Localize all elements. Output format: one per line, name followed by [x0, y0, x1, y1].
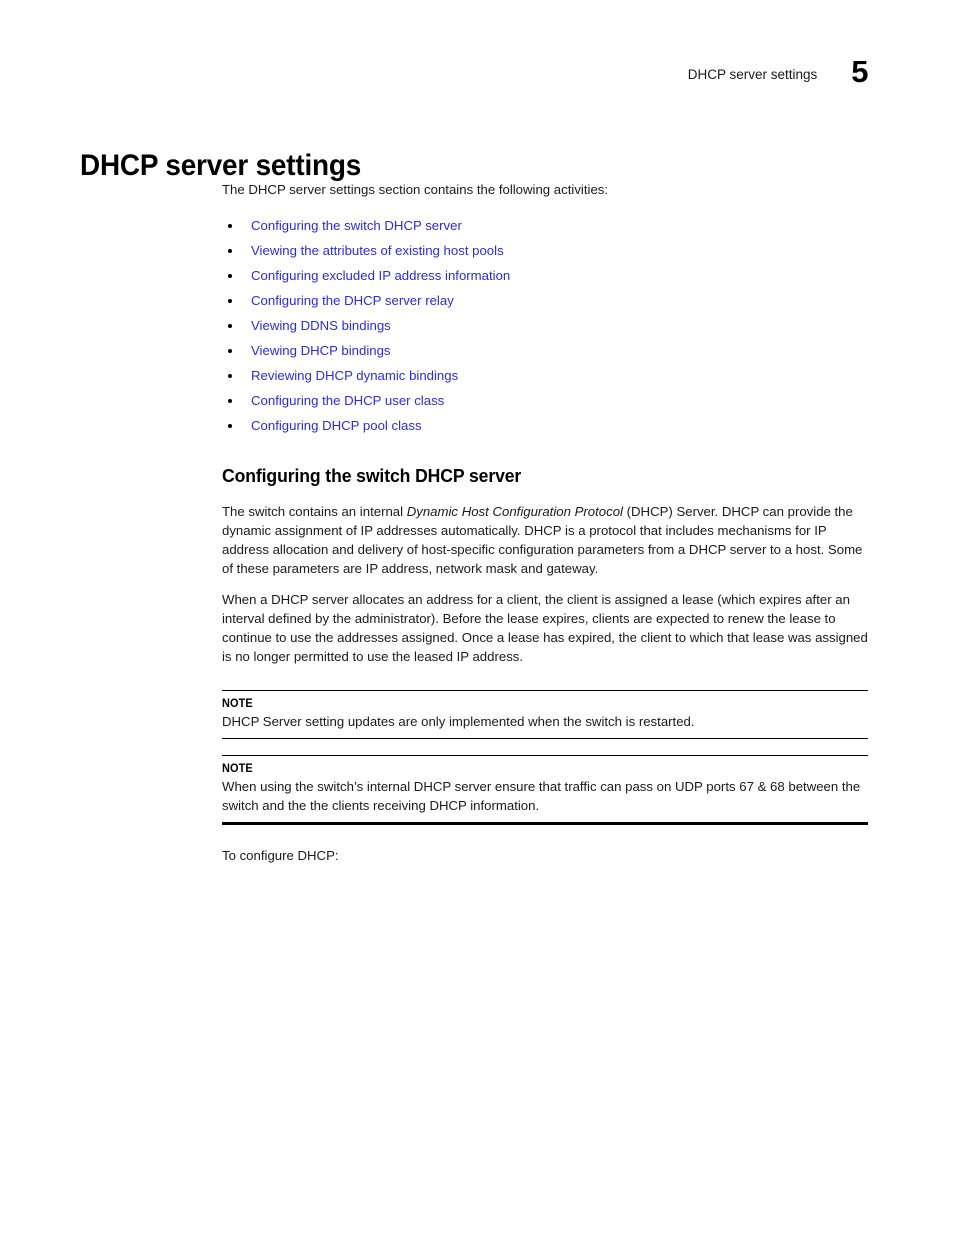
- bullet-icon: [228, 273, 232, 278]
- note-rule-bottom: [222, 738, 868, 739]
- link-configuring-the-dhcp-server-relay[interactable]: Configuring the DHCP server relay: [251, 293, 454, 308]
- note-content: NOTE When using the switch’s internal DH…: [222, 756, 868, 822]
- bullet-icon: [228, 373, 232, 378]
- note-block-restart: NOTE DHCP Server setting updates are onl…: [222, 690, 868, 739]
- note-label: NOTE: [222, 698, 253, 710]
- note-rule-bottom: [222, 822, 868, 825]
- list-item[interactable]: Viewing DDNS bindings: [222, 313, 868, 338]
- italic-term-dynamic-host-configuration-protocol: Dynamic Host Configuration Protocol: [406, 504, 623, 519]
- list-item[interactable]: Reviewing DHCP dynamic bindings: [222, 363, 868, 388]
- link-reviewing-dhcp-dynamic-bindings[interactable]: Reviewing DHCP dynamic bindings: [251, 368, 458, 383]
- list-item[interactable]: Configuring DHCP pool class: [222, 413, 868, 438]
- list-item[interactable]: Configuring the DHCP server relay: [222, 288, 868, 313]
- bullet-icon: [228, 298, 232, 303]
- note-content: NOTE DHCP Server setting updates are onl…: [222, 691, 868, 738]
- section-paragraph-2: When a DHCP server allocates an address …: [222, 592, 868, 664]
- link-configuring-the-switch-dhcp-server[interactable]: Configuring the switch DHCP server: [251, 218, 462, 233]
- list-item[interactable]: Configuring excluded IP address informat…: [222, 263, 868, 288]
- chapter-number: 5: [851, 54, 868, 89]
- note-text: DHCP Server setting updates are only imp…: [222, 714, 695, 729]
- list-item[interactable]: Viewing the attributes of existing host …: [222, 238, 868, 263]
- list-item[interactable]: Configuring the switch DHCP server: [222, 213, 868, 238]
- section-heading: Configuring the switch DHCP server: [222, 465, 522, 486]
- note-label: NOTE: [222, 763, 253, 775]
- bullet-icon: [228, 423, 232, 428]
- link-viewing-dhcp-bindings[interactable]: Viewing DHCP bindings: [251, 343, 391, 358]
- link-configuring-excluded-ip-address-information[interactable]: Configuring excluded IP address informat…: [251, 268, 510, 283]
- paragraph-1-text-before-italic: The switch contains an internal: [222, 504, 407, 519]
- page-running-header: DHCP server settings 5: [86, 54, 869, 96]
- intro-paragraph: The DHCP server settings section contain…: [222, 182, 609, 197]
- bullet-icon: [228, 323, 232, 328]
- closing-paragraph: To configure DHCP:: [222, 848, 339, 863]
- list-item[interactable]: Viewing DHCP bindings: [222, 338, 868, 363]
- activities-link-list: Configuring the switch DHCP server Viewi…: [222, 213, 868, 438]
- note-text: When using the switch’s internal DHCP se…: [222, 779, 861, 813]
- link-configuring-the-dhcp-user-class[interactable]: Configuring the DHCP user class: [251, 393, 444, 408]
- page-title: DHCP server settings: [80, 149, 362, 183]
- link-viewing-the-attributes-of-existing-host-pools[interactable]: Viewing the attributes of existing host …: [251, 243, 504, 258]
- bullet-icon: [228, 348, 232, 353]
- section-paragraph-1: The switch contains an internal Dynamic …: [222, 502, 868, 578]
- link-configuring-dhcp-pool-class[interactable]: Configuring DHCP pool class: [251, 418, 422, 433]
- list-item[interactable]: Configuring the DHCP user class: [222, 388, 868, 413]
- note-block-udp-ports: NOTE When using the switch’s internal DH…: [222, 755, 868, 825]
- bullet-icon: [228, 223, 232, 228]
- header-title: DHCP server settings: [687, 67, 818, 82]
- document-body: The DHCP server settings section contain…: [222, 180, 868, 865]
- link-viewing-ddns-bindings[interactable]: Viewing DDNS bindings: [251, 318, 391, 333]
- bullet-icon: [228, 398, 232, 403]
- bullet-icon: [228, 248, 232, 253]
